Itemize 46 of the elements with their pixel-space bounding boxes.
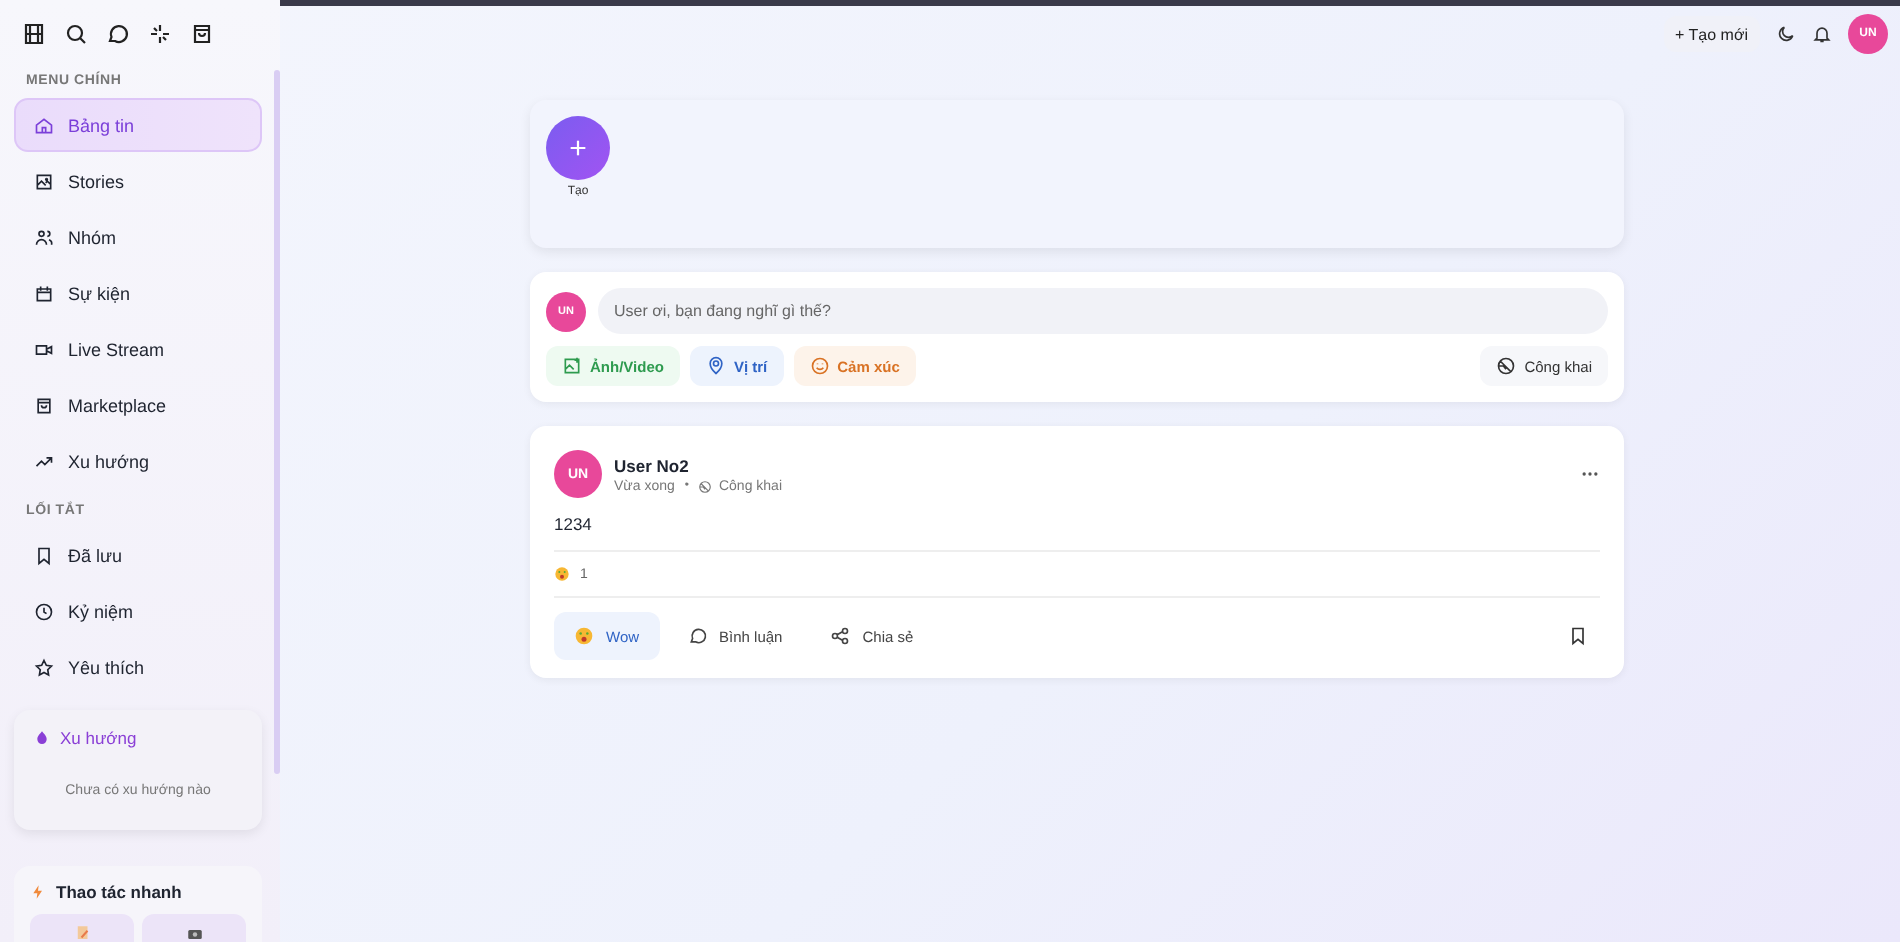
video-camera-icon (34, 339, 54, 359)
image-icon (34, 171, 54, 191)
card-title: Thao tác nhanh (56, 882, 182, 902)
sparkle-icon[interactable] (148, 22, 172, 46)
moon-icon[interactable] (1776, 24, 1796, 44)
sidebar-item[interactable]: Kỷ niệm (14, 584, 262, 638)
image-add-icon (562, 356, 582, 376)
sidebar-item[interactable]: Stories (14, 154, 262, 208)
share-icon (830, 626, 851, 646)
bookmark-icon[interactable] (1568, 626, 1588, 646)
shopping-bag-icon (34, 395, 54, 415)
sidebar-item[interactable]: Yêu thích (14, 640, 262, 694)
sidebar-item[interactable]: Đã lưu (14, 528, 262, 582)
sidebar-item[interactable]: Nhóm (14, 210, 262, 264)
star-icon (34, 657, 54, 677)
create-new-button[interactable]: + Tạo mới (1663, 16, 1760, 52)
chat-bubble-icon (687, 626, 708, 646)
drop-icon (34, 730, 50, 746)
sidebar-item[interactable]: Sự kiện (14, 266, 262, 320)
author-name[interactable]: User No2 (614, 455, 783, 475)
sidebar-item[interactable]: Marketplace (14, 378, 262, 432)
sidebar-item[interactable]: Xu hướng (14, 434, 262, 488)
post-text: 1234 (554, 514, 1600, 552)
wow-emoji-icon (554, 566, 570, 582)
post-input-field[interactable]: User ơi, bạn đang nghĩ gì thế? (598, 288, 1608, 334)
notification-bell-icon[interactable] (1812, 24, 1832, 44)
home-icon (34, 115, 54, 135)
sidebar-item[interactable]: Bảng tin (14, 98, 262, 152)
bookmark-icon (34, 545, 54, 565)
wow-emoji-icon (574, 626, 594, 646)
sidebar-item[interactable]: Live Stream (14, 322, 262, 376)
lightning-icon (30, 884, 46, 900)
camera-icon (185, 924, 203, 942)
note-icon (73, 924, 91, 942)
clock-icon (34, 601, 54, 621)
smiley-icon (809, 356, 830, 376)
users-icon (34, 227, 54, 247)
location-pin-icon (705, 356, 726, 376)
shopping-bag-icon[interactable] (190, 22, 214, 46)
search-icon[interactable] (64, 22, 88, 46)
film-icon[interactable] (22, 22, 46, 46)
trending-icon (34, 451, 54, 471)
chat-bubble-icon[interactable] (106, 22, 130, 46)
create-story-button[interactable]: + (546, 116, 610, 180)
calendar-icon (34, 283, 54, 303)
card-title: Xu hướng (60, 728, 137, 748)
